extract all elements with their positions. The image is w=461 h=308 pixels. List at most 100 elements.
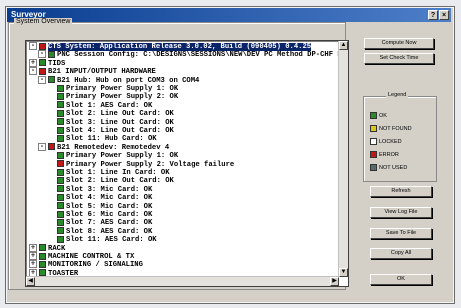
legend-item: ERROR: [370, 151, 399, 159]
collapse-icon[interactable]: -: [29, 42, 37, 50]
expand-icon[interactable]: +: [29, 58, 37, 67]
tree-row-label: Slot 2: Line Out Card: OK: [66, 110, 174, 119]
scroll-up-icon[interactable]: ▲: [339, 41, 348, 50]
legend-title: Legend: [386, 92, 409, 98]
tree-row[interactable]: Primary Power Supply 2: OK: [47, 92, 178, 101]
status-indicator-icon: [39, 252, 46, 260]
ok-button[interactable]: OK: [370, 274, 432, 285]
status-indicator-icon: [39, 260, 46, 268]
tree-row[interactable]: Slot 7: AES Card: OK: [47, 218, 152, 227]
status-indicator-icon: [57, 84, 64, 92]
status-indicator-icon: [48, 50, 55, 58]
collapse-icon[interactable]: -: [38, 75, 46, 84]
view-log-file-button[interactable]: View Log File: [370, 207, 432, 218]
status-indicator-icon: [57, 218, 64, 226]
tree-row-label: Slot 2: Line Out Card: OK: [66, 177, 174, 186]
tree-row[interactable]: Slot 1: Line In Card: OK: [47, 168, 170, 177]
collapse-icon[interactable]: -: [38, 50, 46, 59]
tree-row[interactable]: Primary Power Supply 1: OK: [47, 84, 178, 93]
legend-item: NOT USED: [370, 164, 407, 172]
set-check-time-button[interactable]: Set Check Time: [364, 53, 434, 64]
status-indicator-icon: [57, 151, 64, 159]
tree-row[interactable]: Slot 8: AES Card: OK: [47, 227, 152, 236]
tree-row[interactable]: Slot 1: AES Card: OK: [47, 101, 152, 110]
copy-all-button[interactable]: Copy All: [370, 248, 432, 259]
scroll-left-icon[interactable]: ◀: [26, 277, 35, 286]
tree-row-label: MACHINE CONTROL & TX: [48, 252, 135, 261]
tree-row-label: Slot 1: Line In Card: OK: [66, 168, 170, 177]
tree-row[interactable]: + RACK: [29, 243, 65, 253]
tree-row[interactable]: Primary Power Supply 2: Voltage failure: [47, 160, 234, 169]
close-button[interactable]: ×: [439, 10, 449, 20]
expand-icon[interactable]: +: [29, 252, 37, 260]
status-indicator-icon: [39, 59, 46, 67]
tree-row[interactable]: Slot 4: Line Out Card: OK: [47, 126, 174, 135]
status-indicator-icon: [57, 118, 64, 126]
status-indicator-icon: [48, 76, 55, 84]
tree-row[interactable]: - B21 Remotedev: Remotedev 4: [38, 142, 170, 152]
status-indicator-icon: [57, 168, 64, 176]
tree-row-label: TIDS: [48, 59, 66, 68]
tree-row[interactable]: Slot 11: Hub Card: OK: [47, 134, 157, 143]
tree-row-label: Slot 1: AES Card: OK: [66, 101, 153, 110]
tree-row[interactable]: Slot 4: Mic Card: OK: [47, 193, 152, 202]
tree-row-label: Slot 11: AES Card: OK: [66, 236, 157, 245]
legend-swatch-icon: [370, 164, 377, 172]
tree-row-label: Slot 11: Hub Card: OK: [66, 135, 157, 144]
legend-label: NOT FOUND: [379, 126, 412, 132]
status-indicator-icon: [57, 101, 64, 109]
expand-icon[interactable]: +: [29, 243, 37, 252]
status-indicator-icon: [57, 160, 64, 168]
status-indicator-icon: [57, 109, 64, 117]
tree-row[interactable]: Slot 6: Mic Card: OK: [47, 210, 152, 219]
tree-row[interactable]: Slot 2: Line Out Card: OK: [47, 109, 174, 118]
tree-row[interactable]: + MACHINE CONTROL & TX: [29, 252, 134, 261]
horizontal-scrollbar[interactable]: ◀ ▶: [26, 276, 339, 286]
tree-row[interactable]: - PNC Session Config: C:\DESIGNS\SESSIONS…: [38, 50, 349, 60]
tree-row[interactable]: Primary Power Supply 1: OK: [47, 151, 178, 160]
help-button[interactable]: ?: [428, 10, 438, 20]
tree-row-label: Slot 6: Mic Card: OK: [66, 210, 153, 219]
tree-row-label: Slot 3: Mic Card: OK: [66, 185, 153, 194]
tree-row-label: PNC Session Config: C:\DESIGNS\SESSIONS\…: [57, 51, 349, 60]
tree-row[interactable]: Slot 5: Mic Card: OK: [47, 202, 152, 211]
scroll-right-icon[interactable]: ▶: [330, 277, 339, 286]
status-indicator-icon: [57, 210, 64, 218]
status-indicator-icon: [57, 202, 64, 210]
vertical-scrollbar[interactable]: ▲ ▼: [338, 41, 348, 277]
tree-row[interactable]: - B21 INPUT/OUTPUT HARDWARE: [29, 67, 156, 76]
tree-row[interactable]: Slot 3: Line Out Card: OK: [47, 118, 174, 127]
tree-row[interactable]: + MONITORING / SIGNALING: [29, 260, 143, 269]
status-indicator-icon: [39, 42, 46, 50]
compute-now-button[interactable]: Compute Now: [364, 38, 434, 49]
legend-item: OK: [370, 112, 387, 120]
legend-swatch-icon: [370, 138, 377, 146]
tree-row-label: Slot 4: Mic Card: OK: [66, 194, 153, 203]
tree-row-label: B21 Remotedev: Remotedev 4: [57, 143, 170, 152]
refresh-button[interactable]: Refresh: [370, 186, 432, 197]
tree-row[interactable]: Slot 11: AES Card: OK: [47, 235, 157, 244]
tree-row[interactable]: Slot 3: Mic Card: OK: [47, 185, 152, 194]
tree-row-label: B21 Hub: Hub on port COM3 on COM4: [57, 76, 200, 85]
titlebar-buttons: ? ×: [428, 10, 449, 20]
save-to-file-button[interactable]: Save To File: [370, 228, 432, 239]
collapse-icon[interactable]: -: [38, 142, 46, 151]
tree-row-label: Primary Power Supply 2: OK: [66, 93, 179, 102]
collapse-icon[interactable]: -: [29, 67, 37, 76]
legend-item: NOT FOUND: [370, 125, 412, 133]
tree-row-label: Primary Power Supply 1: OK: [66, 84, 179, 93]
status-indicator-icon: [57, 176, 64, 184]
status-indicator-icon: [39, 244, 46, 252]
system-tree-view[interactable]: + TOASTER + MONITORING / SIGNALING + MACHINE …: [25, 40, 349, 287]
tree-row-label: B21 INPUT/OUTPUT HARDWARE: [48, 68, 156, 77]
legend-item: LOCKED: [370, 138, 402, 146]
scroll-down-icon[interactable]: ▼: [339, 268, 348, 277]
tree-row[interactable]: - CTS System: Application Release 3.0.02,…: [29, 42, 312, 51]
status-indicator-icon: [57, 134, 64, 142]
title-bar[interactable]: Surveyor ? ×: [7, 8, 451, 22]
tree-row[interactable]: - B21 Hub: Hub on port COM3 on COM4: [38, 75, 200, 85]
tree-row[interactable]: + TIDS: [29, 58, 66, 68]
tree-row-label: Primary Power Supply 1: OK: [66, 152, 179, 161]
expand-icon[interactable]: +: [29, 260, 37, 269]
tree-row[interactable]: Slot 2: Line Out Card: OK: [47, 176, 174, 185]
